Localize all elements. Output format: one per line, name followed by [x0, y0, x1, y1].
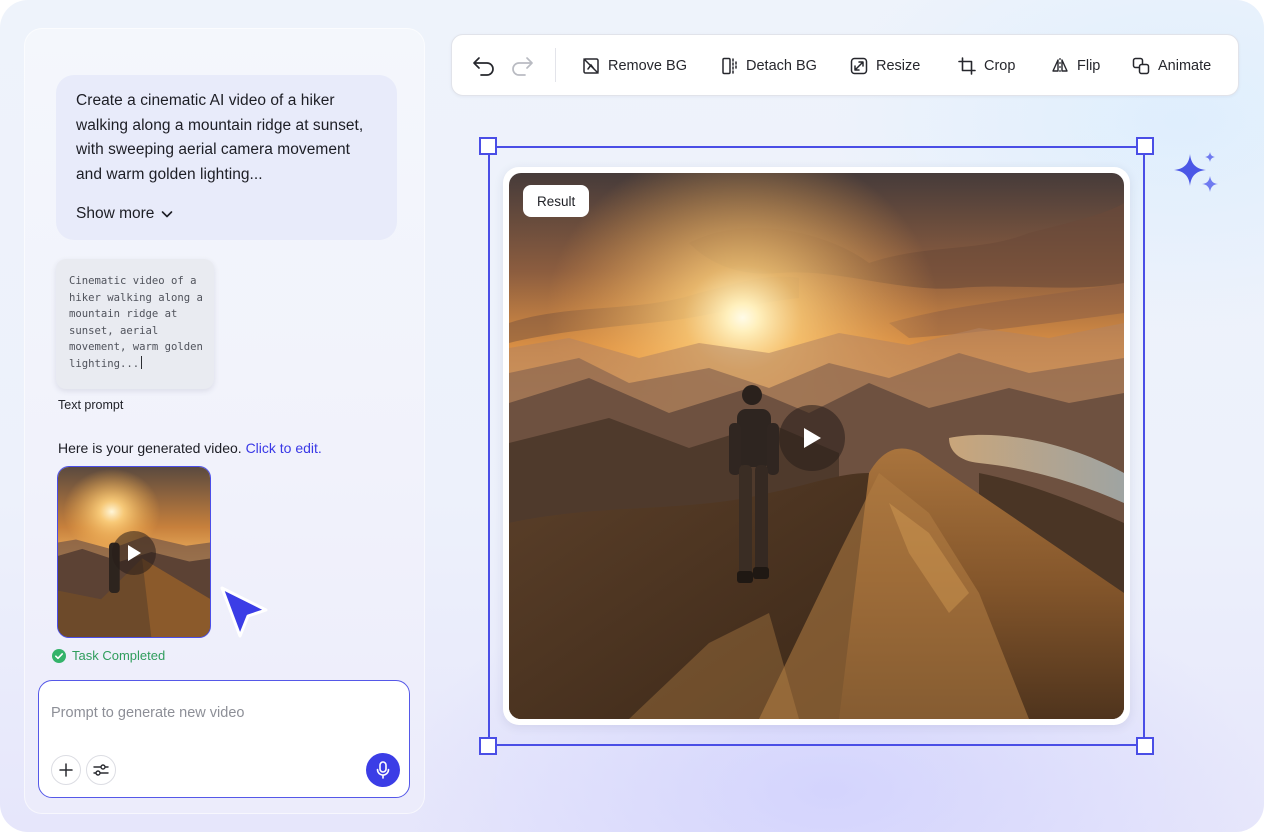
microphone-icon: [376, 761, 390, 779]
toolbar-divider: [555, 48, 556, 82]
remove-background-icon: [583, 58, 599, 74]
animate-label: Animate: [1158, 58, 1212, 74]
thumbnail-play-button[interactable]: [112, 531, 156, 575]
video-thumbnail[interactable]: [57, 466, 211, 638]
play-button[interactable]: [779, 405, 845, 471]
sliders-icon: [93, 764, 109, 776]
play-icon: [804, 428, 821, 448]
play-icon: [128, 545, 141, 561]
remove-bg-label: Remove BG: [608, 58, 687, 74]
user-message-bubble: Create a cinematic AI video of a hiker w…: [56, 75, 397, 240]
undo-button[interactable]: [470, 52, 498, 80]
crop-button[interactable]: Crop: [958, 52, 1015, 80]
assistant-message-text: Here is your generated video.: [58, 440, 242, 456]
prompt-composer: [38, 680, 410, 798]
flip-label: Flip: [1077, 58, 1101, 74]
resize-handle-bottom-right[interactable]: [1136, 737, 1154, 755]
resize-icon: [850, 57, 868, 75]
resize-handle-top-left[interactable]: [479, 137, 497, 155]
sparkle-icon: [1174, 152, 1218, 192]
animate-icon: [1132, 57, 1150, 75]
check-circle-icon: [52, 648, 66, 663]
chevron-down-icon: [162, 211, 173, 218]
plus-icon: [59, 763, 73, 777]
text-caret: [141, 355, 143, 369]
show-more-button[interactable]: Show more: [76, 205, 174, 223]
task-status-label: Task Completed: [72, 648, 166, 663]
settings-button[interactable]: [86, 755, 116, 785]
resize-handle-bottom-left[interactable]: [479, 737, 497, 755]
add-button[interactable]: [51, 755, 81, 785]
redo-icon: [512, 57, 533, 76]
crop-icon: [958, 57, 976, 75]
result-card: Result: [503, 167, 1130, 725]
remove-bg-button[interactable]: Remove BG: [582, 52, 687, 80]
pointer-cursor-icon: [220, 586, 268, 638]
resize-handle-top-right[interactable]: [1136, 137, 1154, 155]
crop-label: Crop: [984, 58, 1016, 74]
detach-background-icon: [722, 57, 737, 75]
undo-icon: [473, 57, 494, 76]
edit-toolbar: Remove BG Detach BG Resize Crop Flip Ani…: [451, 34, 1239, 96]
resize-button[interactable]: Resize: [850, 52, 920, 80]
app-frame: Create a cinematic AI video of a hiker w…: [0, 0, 1264, 832]
detach-bg-label: Detach BG: [746, 58, 817, 74]
result-video[interactable]: Result: [509, 173, 1124, 719]
resize-label: Resize: [876, 58, 921, 74]
text-prompt-caption: Text prompt: [58, 398, 124, 412]
user-message-text: Create a cinematic AI video of a hiker w…: [76, 92, 364, 184]
text-prompt-content: Cinematic video of a hiker walking along…: [69, 275, 203, 370]
task-status: Task Completed: [52, 648, 165, 663]
flip-icon: [1052, 58, 1068, 74]
redo-button[interactable]: [508, 52, 536, 80]
text-prompt-card[interactable]: Cinematic video of a hiker walking along…: [56, 259, 214, 389]
show-more-label: Show more: [76, 205, 155, 222]
animate-button[interactable]: Animate: [1132, 52, 1211, 80]
assistant-message: Here is your generated video. Click to e…: [58, 440, 322, 456]
result-label: Result: [523, 185, 590, 217]
prompt-input[interactable]: [51, 693, 396, 733]
detach-bg-button[interactable]: Detach BG: [720, 52, 817, 80]
microphone-button[interactable]: [366, 753, 400, 787]
flip-button[interactable]: Flip: [1051, 52, 1100, 80]
click-to-edit-link[interactable]: Click to edit.: [246, 440, 322, 456]
